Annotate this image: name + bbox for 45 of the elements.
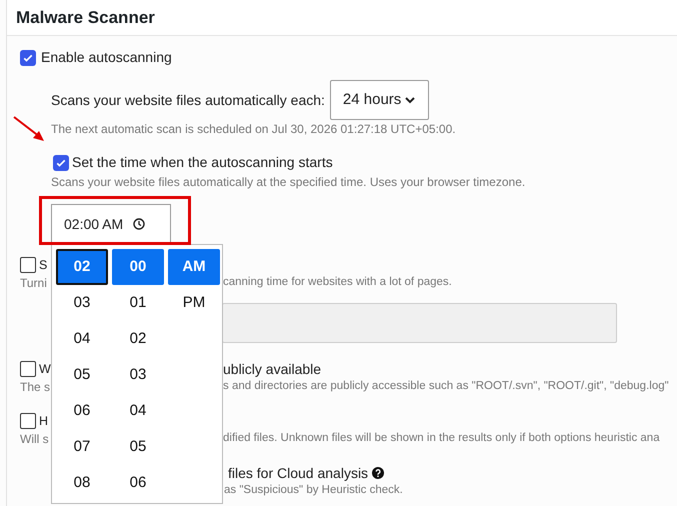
field-label: Scans your website files automatically each:: [51, 90, 325, 110]
picker-option[interactable]: 06: [56, 393, 108, 429]
checkbox[interactable]: [53, 154, 69, 170]
time-field[interactable]: 02:00 AM: [51, 204, 171, 244]
picker-option[interactable]: 03: [112, 357, 164, 393]
help-icon[interactable]: [372, 467, 384, 479]
picker-option[interactable]: 05: [112, 429, 164, 465]
picker-option[interactable]: 04: [112, 393, 164, 429]
hint-text: as "Suspicious" by Heuristic check.: [224, 483, 403, 498]
picker-option[interactable]: 07: [56, 429, 108, 465]
picker-option[interactable]: 02: [112, 321, 164, 357]
checkbox[interactable]: [20, 361, 36, 377]
input-field[interactable]: [222, 303, 617, 343]
hint-text: dified files. Unknown files will be shown in the results only if both options heuristic ana: [223, 431, 660, 446]
hint-text: Turni: [20, 276, 47, 290]
section-title: Malware Scanner: [16, 6, 155, 29]
picker-option[interactable]: AM: [168, 249, 220, 285]
checkbox[interactable]: [20, 413, 36, 429]
clock-icon: [133, 218, 146, 230]
picker-option[interactable]: PM: [168, 285, 220, 321]
hint-text: Will s: [20, 432, 49, 446]
picker-option[interactable]: 04: [56, 321, 108, 357]
checkbox-label: H: [39, 412, 48, 430]
hint-text: canning time for websites with a lot of pages.: [223, 275, 452, 290]
checkbox-label: W: [39, 360, 51, 378]
picker-option[interactable]: 00: [112, 249, 164, 285]
arrow-icon: [12, 115, 46, 143]
checkbox[interactable]: [20, 50, 36, 66]
checkbox-label: files for Cloud analysis: [228, 464, 368, 483]
interval-select[interactable]: 24 hours: [330, 80, 430, 120]
hint-text: The s: [20, 380, 50, 394]
hint-text: Scans your website files automatically at the specified time. Uses your browser timezone.: [51, 174, 526, 191]
checkbox-label: S: [39, 256, 48, 274]
picker-option[interactable]: 05: [56, 357, 108, 393]
hint-text: The next automatic scan is scheduled on Jul 30, 2026 01:27:18 UTC+05:00.: [51, 121, 456, 138]
picker-option[interactable]: 03: [56, 285, 108, 321]
checkbox[interactable]: [20, 257, 36, 273]
checkbox-label: Enable autoscanning: [41, 48, 172, 67]
picker-option[interactable]: 08: [56, 465, 108, 501]
picker-option[interactable]: 01: [112, 285, 164, 321]
picker-option[interactable]: 02: [56, 249, 108, 285]
picker-option[interactable]: 06: [112, 465, 164, 501]
checkbox-label: Set the time when the autoscanning starts: [72, 153, 333, 172]
checkbox-label: ublicly available: [223, 360, 322, 379]
hint-text: s and directories are publicly accessible such as "ROOT/.svn", "ROOT/.git", "debug.log": [223, 379, 669, 394]
